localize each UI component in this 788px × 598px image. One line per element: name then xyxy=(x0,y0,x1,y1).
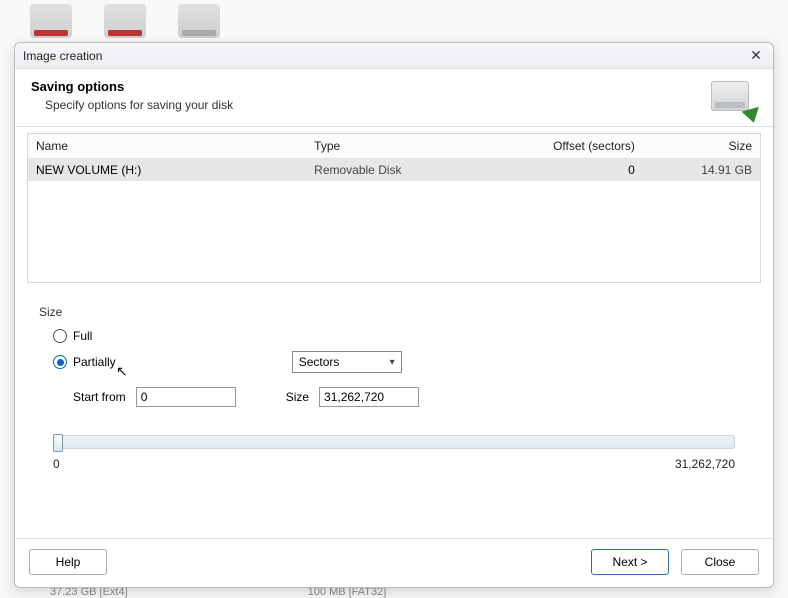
header-subtitle: Specify options for saving your disk xyxy=(45,98,757,112)
cell-offset: 0 xyxy=(511,159,643,182)
dialog-header: Saving options Specify options for savin… xyxy=(15,69,773,127)
table-row[interactable]: NEW VOLUME (H:) Removable Disk 0 14.91 G… xyxy=(28,159,760,182)
unit-combobox[interactable]: Sectors ▾ xyxy=(292,351,402,373)
unit-selected: Sectors xyxy=(299,355,340,369)
radio-full-label: Full xyxy=(73,329,92,343)
background-drive-icons xyxy=(30,4,220,38)
slider-min-label: 0 xyxy=(53,457,60,471)
radio-full-row[interactable]: Full xyxy=(53,329,749,343)
header-title: Saving options xyxy=(31,79,757,94)
dialog-footer: Help Next > Close xyxy=(15,538,773,587)
size-legend: Size xyxy=(39,305,749,319)
dialog-title: Image creation xyxy=(23,49,102,63)
col-offset[interactable]: Offset (sectors) xyxy=(511,134,643,159)
slider-thumb[interactable] xyxy=(53,434,63,452)
drive-icon xyxy=(178,4,220,38)
drive-icon xyxy=(104,4,146,38)
slider-max-label: 31,262,720 xyxy=(675,457,735,471)
disk-table[interactable]: Name Type Offset (sectors) Size NEW VOLU… xyxy=(27,133,761,283)
range-slider[interactable]: 0 31,262,720 xyxy=(53,435,735,471)
close-button[interactable]: Close xyxy=(681,549,759,575)
cursor-icon: ↖ xyxy=(116,363,128,380)
slider-track[interactable] xyxy=(53,435,735,449)
next-button[interactable]: Next > xyxy=(591,549,669,575)
col-type[interactable]: Type xyxy=(306,134,511,159)
cell-size: 14.91 GB xyxy=(643,159,760,182)
size-label: Size xyxy=(286,390,309,404)
dialog-content: Name Type Offset (sectors) Size NEW VOLU… xyxy=(15,127,773,538)
radio-full[interactable] xyxy=(53,329,67,343)
table-header-row[interactable]: Name Type Offset (sectors) Size xyxy=(28,134,760,159)
radio-partial-row[interactable]: Partially xyxy=(53,355,116,369)
disk-save-icon xyxy=(711,77,759,121)
radio-partial-label: Partially xyxy=(73,355,116,369)
help-button[interactable]: Help xyxy=(29,549,107,575)
col-size[interactable]: Size xyxy=(643,134,760,159)
cell-type: Removable Disk xyxy=(306,159,511,182)
dialog-titlebar[interactable]: Image creation ✕ xyxy=(15,43,773,69)
image-creation-dialog: Image creation ✕ Saving options Specify … xyxy=(14,42,774,588)
cell-name: NEW VOLUME (H:) xyxy=(28,159,306,182)
drive-icon xyxy=(30,4,72,38)
close-icon[interactable]: ✕ xyxy=(747,47,765,65)
size-group: Size Full Partially ↖ Sectors ▾ Start fr… xyxy=(27,301,761,485)
radio-partial[interactable] xyxy=(53,355,67,369)
start-from-label: Start from xyxy=(73,390,126,404)
col-name[interactable]: Name xyxy=(28,134,306,159)
start-from-input[interactable] xyxy=(136,387,236,407)
chevron-down-icon: ▾ xyxy=(390,357,395,368)
size-input[interactable] xyxy=(319,387,419,407)
